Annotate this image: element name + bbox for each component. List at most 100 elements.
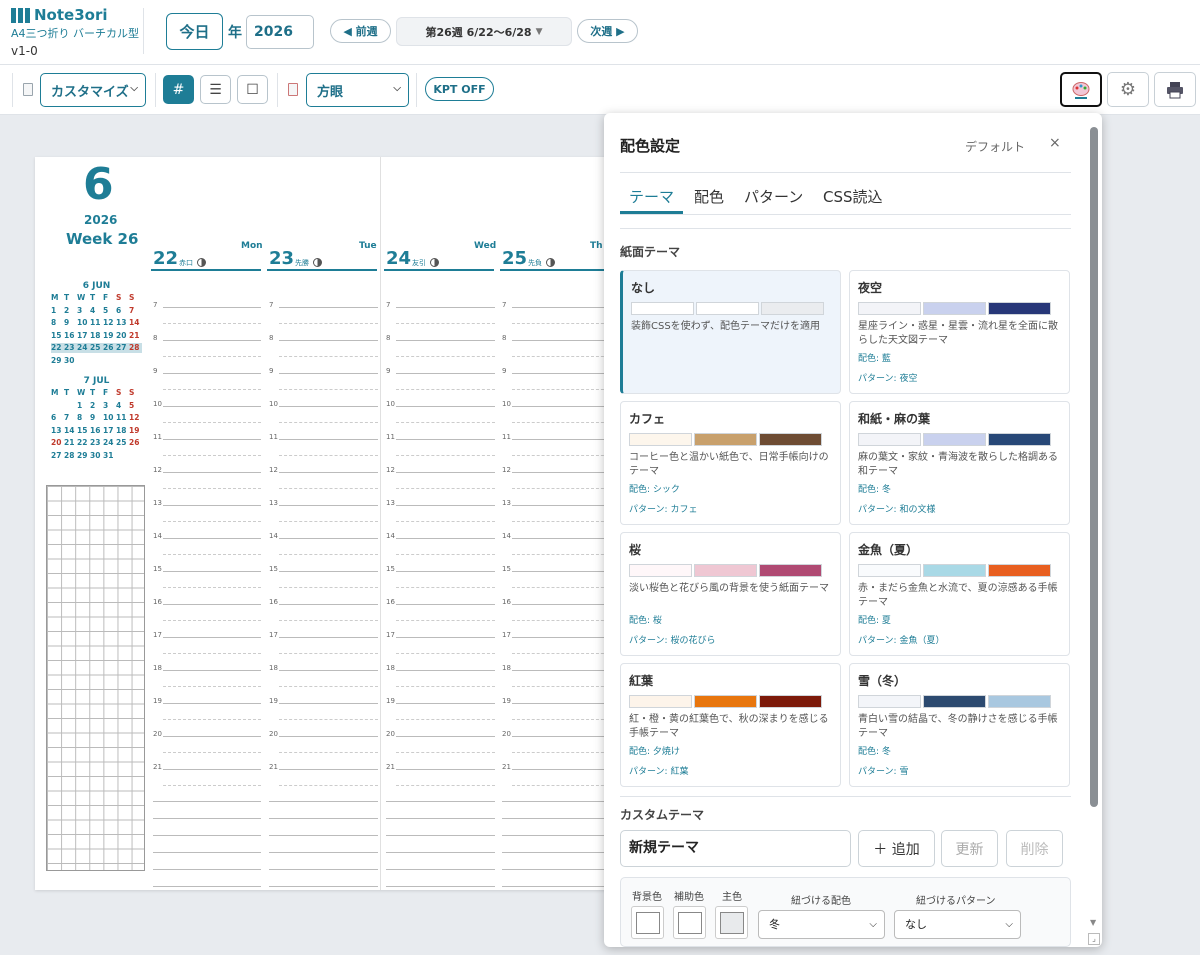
panel-scrollbar[interactable]: [1090, 127, 1098, 807]
calendar-day[interactable]: 22: [51, 343, 64, 353]
calendar-day[interactable]: 3: [77, 306, 90, 316]
theme-card[interactable]: なし 装飾CSSを使わず、配色テーマだけを適用: [620, 270, 841, 394]
calendar-day[interactable]: 25: [116, 438, 129, 448]
theme-card[interactable]: 金魚（夏） 赤・まだら金魚と水流で、夏の涼感ある手帳テーマ 配色: 夏パターン: 金…: [849, 532, 1070, 656]
year-input[interactable]: 2026: [246, 15, 314, 49]
custom-theme-name-input[interactable]: 新規テーマ: [620, 830, 851, 867]
today-button[interactable]: 今日: [166, 13, 223, 50]
calendar-day[interactable]: 9: [64, 318, 77, 328]
calendar-day[interactable]: 6: [116, 306, 129, 316]
grid-notes-area[interactable]: [46, 485, 145, 871]
day-column[interactable]: Wed 24 友引 7 8 9 10 11 12 13 14 15 16 17 18 19 20 21: [384, 239, 497, 887]
settings-button[interactable]: ⚙: [1107, 72, 1149, 107]
tab-color[interactable]: 配色: [694, 186, 724, 207]
grid-style-select[interactable]: 方眼 ⌵: [306, 73, 409, 107]
scroll-down-icon[interactable]: ▼: [1090, 918, 1096, 927]
calendar-day[interactable]: 10: [77, 318, 90, 328]
delete-theme-button[interactable]: 削除: [1006, 830, 1063, 867]
calendar-day[interactable]: 13: [51, 426, 64, 436]
calendar-day[interactable]: 1: [51, 306, 64, 316]
kpt-toggle-button[interactable]: KPT OFF: [425, 77, 494, 101]
calendar-day[interactable]: 21: [129, 331, 142, 341]
calendar-day[interactable]: 1: [77, 401, 90, 411]
calendar-day[interactable]: 18: [90, 331, 103, 341]
calendar-day[interactable]: 18: [116, 426, 129, 436]
calendar-day[interactable]: 31: [103, 451, 116, 461]
print-button[interactable]: [1154, 72, 1196, 107]
theme-card[interactable]: 桜淡い桜色と花びら風の背景を使う紙面テーマ 配色: 桜パターン: 桜の花びら: [620, 532, 841, 656]
calendar-day[interactable]: 9: [90, 413, 103, 423]
calendar-day[interactable]: 15: [51, 331, 64, 341]
lines-view-button[interactable]: ☰: [200, 75, 231, 104]
theme-card[interactable]: カフェ コーヒー色と温かい紙色で、日常手帳向けのテーマ 配色: シック パターン: カ…: [620, 401, 841, 525]
linked-pattern-select[interactable]: なし ⌵: [894, 910, 1021, 939]
calendar-day[interactable]: 4: [116, 401, 129, 411]
calendar-day[interactable]: 22: [77, 438, 90, 448]
day-column[interactable]: Mon 22 赤口 7 8 9 10 11 12 13 14 15 16 17 18 19 20 21: [151, 239, 263, 887]
calendar-day[interactable]: 23: [90, 438, 103, 448]
theme-card[interactable]: 雪（冬） 青白い雪の結晶で、冬の静けさを感じる手帳テーマ 配色: 冬パターン: 雪: [849, 663, 1070, 787]
grid-view-button[interactable]: #: [163, 75, 194, 104]
calendar-day[interactable]: 17: [77, 331, 90, 341]
calendar-day[interactable]: 26: [129, 438, 142, 448]
calendar-day[interactable]: 21: [64, 438, 77, 448]
tab-css-import[interactable]: CSS読込: [823, 186, 883, 207]
calendar-day[interactable]: 11: [90, 318, 103, 328]
calendar-day[interactable]: 8: [77, 413, 90, 423]
add-theme-button[interactable]: ＋ 追加: [858, 830, 935, 867]
calendar-day[interactable]: 13: [116, 318, 129, 328]
sub-color-picker[interactable]: [673, 906, 706, 939]
calendar-day[interactable]: 25: [90, 343, 103, 353]
calendar-day[interactable]: 16: [64, 331, 77, 341]
tab-pattern[interactable]: パターン: [744, 186, 803, 207]
calendar-day[interactable]: 24: [77, 343, 90, 353]
week-select[interactable]: 第26週 6/22〜6/28 ▼: [396, 17, 572, 46]
calendar-day[interactable]: 28: [64, 451, 77, 461]
calendar-day[interactable]: 8: [51, 318, 64, 328]
calendar-day[interactable]: 5: [129, 401, 142, 411]
theme-card[interactable]: 夜空 星座ライン・惑星・星雲・流れ星を全面に散らした天文図テーマ 配色: 藍パターン…: [849, 270, 1070, 394]
calendar-day[interactable]: 7: [129, 306, 142, 316]
calendar-day[interactable]: 26: [103, 343, 116, 353]
calendar-day[interactable]: 27: [51, 451, 64, 461]
prev-week-button[interactable]: ◀ 前週: [330, 19, 391, 43]
calendar-day[interactable]: 11: [116, 413, 129, 423]
calendar-day[interactable]: 27: [116, 343, 129, 353]
calendar-day[interactable]: 19: [103, 331, 116, 341]
blank-view-button[interactable]: ☐: [237, 75, 268, 104]
day-column[interactable]: Tue 23 先勝 7 8 9 10 11 12 13 14 15 16 17 18 19 20 21: [267, 239, 380, 887]
calendar-day[interactable]: 16: [90, 426, 103, 436]
calendar-day[interactable]: 24: [103, 438, 116, 448]
tab-theme[interactable]: テーマ: [629, 186, 674, 207]
update-theme-button[interactable]: 更新: [941, 830, 998, 867]
calendar-day[interactable]: 14: [64, 426, 77, 436]
main-color-picker[interactable]: [715, 906, 748, 939]
linked-color-select[interactable]: 冬 ⌵: [758, 910, 885, 939]
calendar-day[interactable]: 14: [129, 318, 142, 328]
calendar-day[interactable]: 19: [129, 426, 142, 436]
calendar-day[interactable]: 17: [103, 426, 116, 436]
calendar-day[interactable]: 2: [90, 401, 103, 411]
next-week-button[interactable]: 次週 ▶: [577, 19, 638, 43]
calendar-day[interactable]: 7: [64, 413, 77, 423]
calendar-day[interactable]: 30: [64, 356, 77, 366]
calendar-day[interactable]: 2: [64, 306, 77, 316]
color-settings-button[interactable]: [1060, 72, 1102, 107]
theme-card[interactable]: 和紙・麻の葉 麻の葉文・家紋・青海波を散らした格調ある和テーマ 配色: 冬パターン:…: [849, 401, 1070, 525]
calendar-day[interactable]: 29: [77, 451, 90, 461]
resize-handle-icon[interactable]: ⌟: [1088, 933, 1100, 945]
calendar-day[interactable]: 28: [129, 343, 142, 353]
calendar-day[interactable]: 3: [103, 401, 116, 411]
calendar-day[interactable]: 4: [90, 306, 103, 316]
calendar-day[interactable]: 12: [103, 318, 116, 328]
calendar-day[interactable]: 20: [116, 331, 129, 341]
reset-default-button[interactable]: デフォルト: [965, 138, 1025, 155]
calendar-day[interactable]: 5: [103, 306, 116, 316]
close-icon[interactable]: ×: [1049, 135, 1061, 151]
calendar-day[interactable]: 6: [51, 413, 64, 423]
calendar-day[interactable]: 10: [103, 413, 116, 423]
theme-card[interactable]: 紅葉 紅・橙・黄の紅葉色で、秋の深まりを感じる手帳テーマ 配色: 夕焼け パターン: …: [620, 663, 841, 787]
calendar-day[interactable]: 29: [51, 356, 64, 366]
calendar-day[interactable]: 15: [77, 426, 90, 436]
bg-color-picker[interactable]: [631, 906, 664, 939]
